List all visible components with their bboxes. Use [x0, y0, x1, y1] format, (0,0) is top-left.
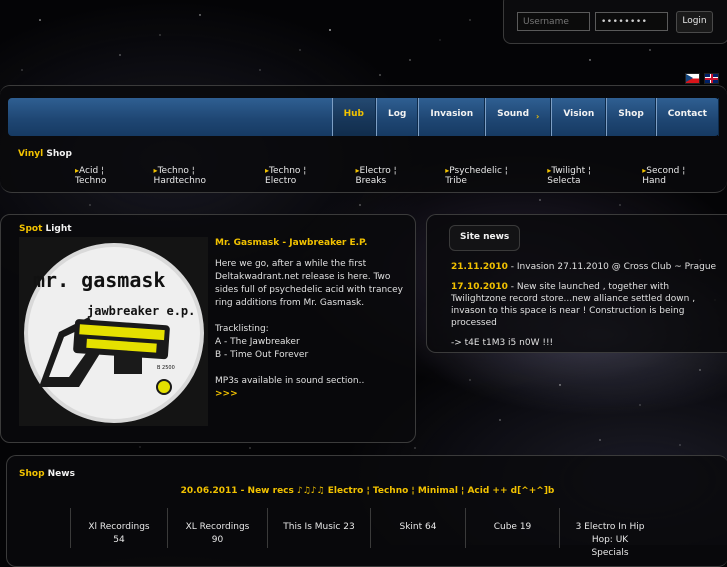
- spotlight-heading-rest: Light: [42, 224, 72, 234]
- site-news-panel: Site news 21.11.2010 - Invasion 27.11.20…: [426, 214, 727, 353]
- track-b: B - Time Out Forever: [215, 350, 309, 360]
- main-nav: Hub Log Invasion Sound › Vision Shop Cont…: [331, 98, 719, 136]
- shop-news-heading: Shop News: [19, 469, 75, 479]
- password-input[interactable]: [595, 12, 668, 31]
- vinyl-shop-heading: Vinyl Shop: [18, 149, 72, 159]
- vinyl-shop-links: ▸Acid ¦ Techno ▸Techno ¦ Hardtechno ▸Tec…: [75, 166, 727, 186]
- vinyl-link[interactable]: ▸Twilight ¦ Selecta: [547, 166, 634, 186]
- vinyl-link[interactable]: ▸Techno ¦ Hardtechno: [154, 166, 257, 186]
- album-subtitle-text: jawbreaker e.p.: [87, 304, 195, 318]
- link-arrow-icon: ▸: [153, 166, 158, 175]
- spotlight-title[interactable]: Mr. Gasmask - Jawbreaker E.P.: [215, 237, 405, 250]
- nav-invasion-label: Invasion: [430, 109, 474, 119]
- spotlight-description: Mr. Gasmask - Jawbreaker E.P. Here we go…: [215, 237, 405, 401]
- track-a: A - The Jawbreaker: [215, 337, 300, 347]
- nav-vision[interactable]: Vision: [551, 98, 607, 136]
- vinyl-link[interactable]: ▸Electro ¦ Breaks: [356, 166, 438, 186]
- nav-sound[interactable]: Sound ›: [485, 98, 552, 136]
- mp3-note: MP3s available in sound section..: [215, 376, 365, 386]
- nav-hub-label: Hub: [343, 109, 364, 119]
- shop-news-heading-rest: News: [44, 469, 75, 479]
- record-label-item[interactable]: 3 Electro In Hip Hop: UK Specials: [559, 508, 660, 558]
- news-text: -> t4E t1M3 i5 n0W !!!: [451, 338, 554, 348]
- news-date: 17.10.2010: [451, 282, 508, 292]
- album-cover-image[interactable]: mr. gasmask jawbreaker e.p. B 2500: [19, 237, 208, 426]
- nav-contact-label: Contact: [667, 109, 707, 119]
- vinyl-link[interactable]: ▸Second ¦ Hand: [642, 166, 719, 186]
- record-labels-list: Xl Recordings 54 XL Recordings 90 This I…: [70, 508, 660, 558]
- vinyl-link-label: Psychedelic ¦ Tribe: [445, 166, 508, 186]
- news-item: -> t4E t1M3 i5 n0W !!!: [451, 337, 721, 349]
- record-label-item[interactable]: Skint 64: [370, 508, 465, 548]
- news-text: - Invasion 27.11.2010 @ Cross Club ~ Pra…: [507, 262, 717, 272]
- vinyl-link-label: Techno ¦ Electro: [265, 166, 307, 186]
- vinyl-shop-heading-accent: Vinyl: [18, 149, 44, 159]
- nav-log-label: Log: [388, 109, 407, 119]
- record-label-item[interactable]: Xl Recordings 54: [70, 508, 167, 548]
- login-button[interactable]: Login: [676, 11, 713, 33]
- username-input[interactable]: [517, 12, 590, 31]
- site-news-heading: Site news: [449, 225, 521, 251]
- czech-flag-icon[interactable]: [685, 73, 700, 84]
- nav-contact[interactable]: Contact: [655, 98, 719, 136]
- shop-news-panel: Shop News 20.06.2011 - New recs ♪♫♪♫ Ele…: [6, 455, 727, 567]
- nav-shop[interactable]: Shop: [606, 98, 656, 136]
- album-catalog-code: B 2500: [157, 365, 175, 371]
- spotlight-intro: Here we go, after a while the first Delt…: [215, 259, 403, 308]
- album-title-text: mr. gasmask: [33, 268, 165, 292]
- spotlight-panel: Spot Light mr. gasmask jawbreaker e.p. B…: [0, 214, 416, 443]
- tracklisting-label: Tracklisting:: [215, 324, 269, 334]
- vinyl-link-label: Electro ¦ Breaks: [355, 166, 397, 186]
- vinyl-link-label: Techno ¦ Hardtechno: [153, 166, 207, 186]
- header-panel: Hub Log Invasion Sound › Vision Shop Cont…: [0, 85, 727, 193]
- shop-news-headline[interactable]: 20.06.2011 - New recs ♪♫♪♫ Electro ¦ Tec…: [7, 486, 727, 496]
- record-label-item[interactable]: Cube 19: [465, 508, 559, 548]
- shop-news-heading-accent: Shop: [19, 469, 45, 479]
- vinyl-link-label: Acid ¦ Techno: [75, 166, 107, 186]
- nav-vision-label: Vision: [563, 109, 595, 119]
- nav-hub[interactable]: Hub: [331, 98, 376, 136]
- vinyl-link-label: Twilight ¦ Selecta: [547, 166, 592, 186]
- spotlight-heading-accent: Spot: [19, 224, 43, 234]
- record-label-item[interactable]: This Is Music 23: [267, 508, 370, 548]
- spotlight-heading: Spot Light: [19, 224, 72, 234]
- vinyl-link-label: Second ¦ Hand: [642, 166, 686, 186]
- vinyl-link[interactable]: ▸Techno ¦ Electro: [265, 166, 347, 186]
- read-more-link[interactable]: >>>: [215, 388, 405, 401]
- news-item: 17.10.2010 - New site launched , togethe…: [451, 281, 721, 329]
- news-list: 21.11.2010 - Invasion 27.11.2010 @ Cross…: [451, 261, 721, 357]
- submenu-arrow-icon: ›: [536, 112, 540, 121]
- nav-log[interactable]: Log: [376, 98, 419, 136]
- nav-sound-label: Sound: [497, 109, 530, 119]
- news-date: 21.11.2010: [451, 262, 508, 272]
- link-arrow-icon: ▸: [355, 166, 360, 175]
- uk-flag-icon[interactable]: [704, 73, 719, 84]
- album-artwork: mr. gasmask jawbreaker e.p. B 2500: [19, 237, 208, 426]
- vinyl-link[interactable]: ▸Psychedelic ¦ Tribe: [445, 166, 539, 186]
- record-label-item[interactable]: XL Recordings 90: [167, 508, 267, 548]
- nav-shop-label: Shop: [618, 109, 644, 119]
- vinyl-shop-heading-rest: Shop: [43, 149, 72, 159]
- news-item: 21.11.2010 - Invasion 27.11.2010 @ Cross…: [451, 261, 721, 273]
- vinyl-link[interactable]: ▸Acid ¦ Techno: [75, 166, 146, 186]
- nav-invasion[interactable]: Invasion: [418, 98, 486, 136]
- login-box: Login: [503, 0, 727, 44]
